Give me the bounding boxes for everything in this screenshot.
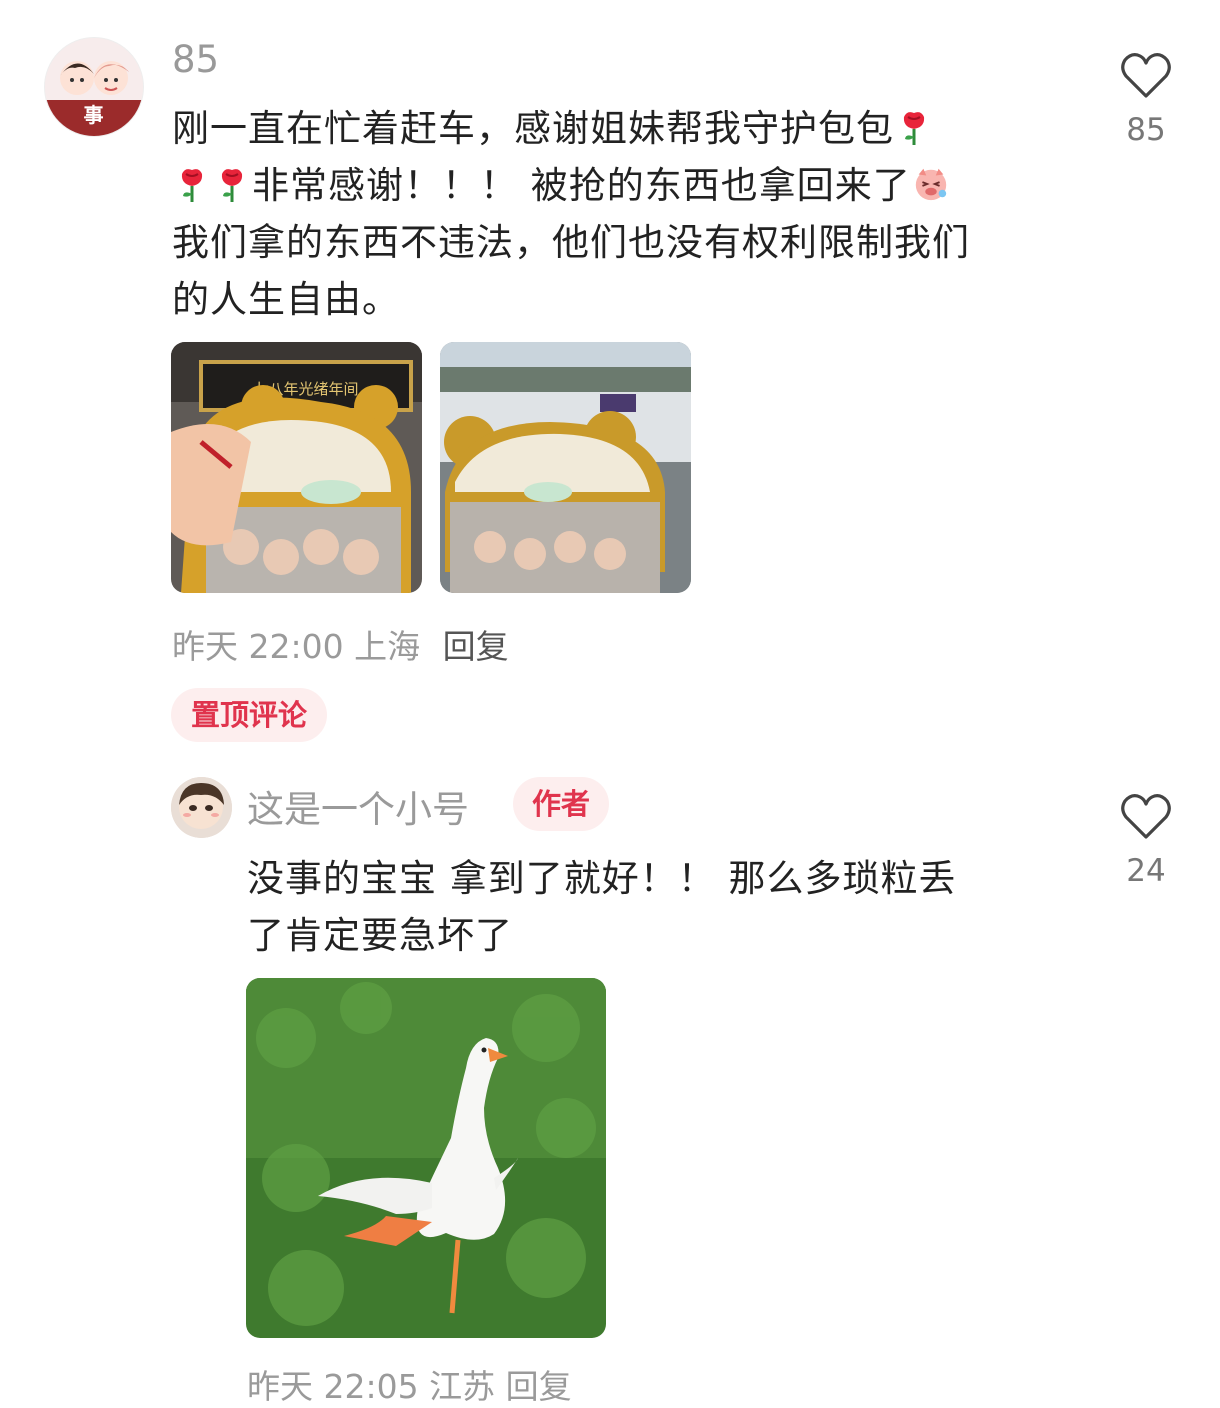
comment-text: 非常感谢！！！ 被抢的东西也拿回来了 (252, 164, 911, 207)
comment-body: 刚一直在忙着赶车，感谢姐妹帮我守护包包 非常感谢！！！ 被抢的东西也拿回来了 我… (172, 100, 1072, 328)
heart-outline-icon (1121, 794, 1171, 839)
reply-meta-partial: 昨天 22:05 江苏 回复 (247, 1367, 572, 1406)
rose-emoji-icon (221, 169, 243, 202)
comment-line: 刚一直在忙着赶车，感谢姐妹帮我守护包包 (172, 100, 1072, 157)
goose-photo (246, 978, 606, 1338)
avatar-banner-text: 事 (45, 100, 143, 136)
comment-text: 刚一直在忙着赶车，感谢姐妹帮我守护包包 (172, 107, 894, 150)
reply-body: 没事的宝宝 拿到了就好！！ 那么多琐粒丢 了肯定要急坏了 (247, 850, 1067, 964)
comment-location: 上海 (354, 627, 421, 666)
reply-like-button[interactable] (1118, 789, 1174, 845)
comment-line: 非常感谢！！！ 被抢的东西也拿回来了 (172, 157, 1072, 214)
reply-line: 了肯定要急坏了 (247, 914, 513, 957)
crying-pig-emoji-icon (915, 168, 946, 201)
like-button[interactable] (1118, 48, 1174, 104)
bag-photo-stadium (440, 342, 691, 593)
commenter-username[interactable]: 85 (172, 38, 219, 81)
heart-outline-icon (1121, 53, 1171, 98)
comment-photo-2[interactable] (440, 342, 691, 593)
comment-meta: 昨天 22:00 上海 回复 (172, 620, 509, 668)
reply-username[interactable]: 这是一个小号 (247, 779, 469, 833)
reply-avatar[interactable] (171, 777, 232, 838)
comment-line: 的人生自由。 (172, 278, 400, 321)
reply-photo[interactable] (246, 978, 606, 1338)
reply-line: 没事的宝宝 拿到了就好！！ 那么多琐粒丢 (247, 857, 957, 900)
bag-photo-indoor: 七八年光绪年间 (171, 342, 422, 593)
avatar-illustration (171, 777, 232, 838)
reply-like-count: 24 (1126, 853, 1166, 889)
comment-time: 昨天 22:00 (172, 627, 344, 666)
rose-emoji-icon (181, 169, 203, 202)
pinned-comment-badge: 置顶评论 (171, 688, 327, 742)
commenter-avatar[interactable]: 事 (44, 37, 144, 137)
reply-button[interactable]: 回复 (443, 627, 509, 666)
like-count: 85 (1126, 112, 1166, 148)
author-badge: 作者 (513, 777, 609, 831)
rose-emoji-icon (903, 112, 925, 145)
comment-line: 我们拿的东西不违法，他们也没有权利限制我们 (172, 221, 970, 264)
comment-photo-1[interactable]: 七八年光绪年间 (171, 342, 422, 593)
